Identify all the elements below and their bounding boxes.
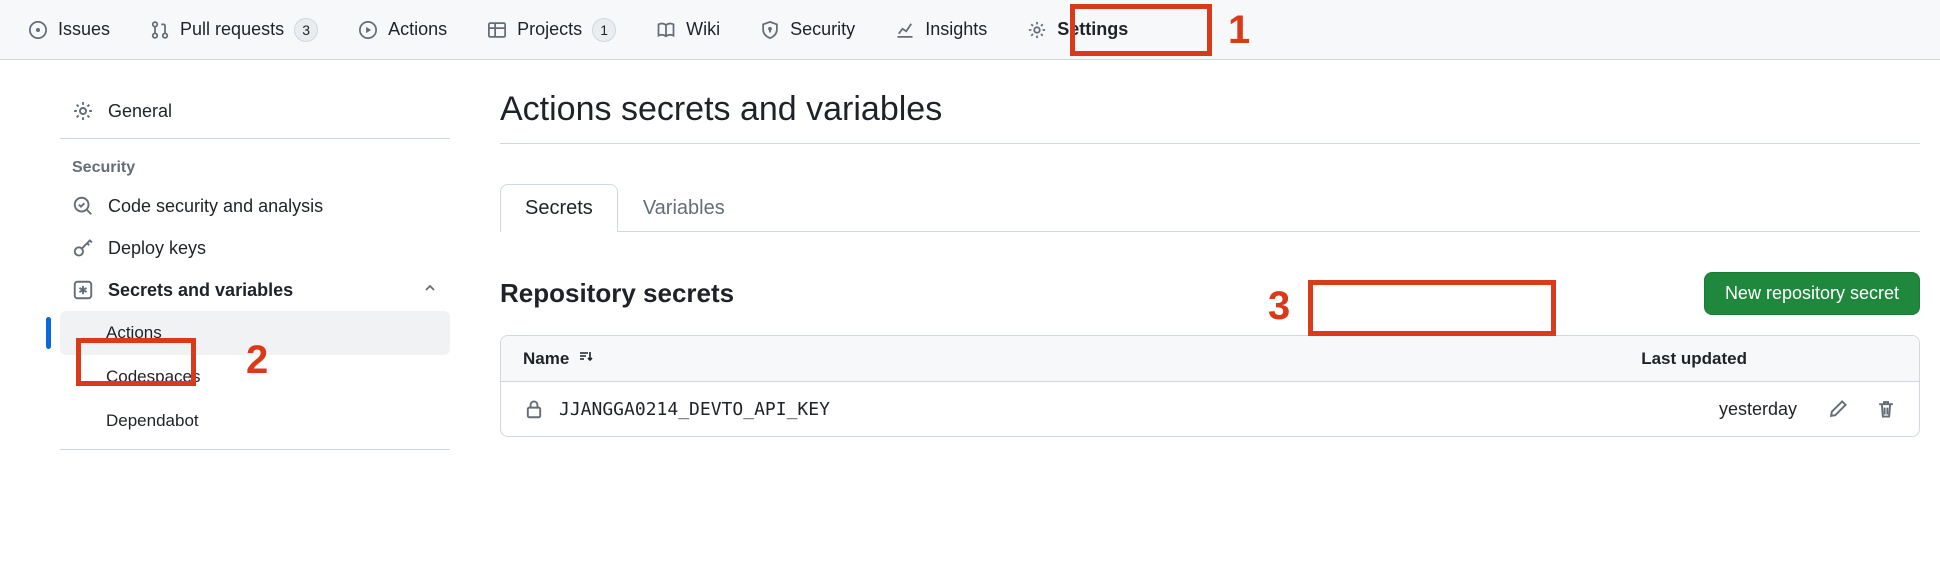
sidebar-item-deploy-keys[interactable]: Deploy keys [60, 227, 450, 269]
table-header: Name Last updated [501, 336, 1919, 382]
tab-label: Security [790, 19, 855, 40]
tab-issues[interactable]: Issues [10, 9, 128, 50]
play-icon [358, 20, 378, 40]
sidebar-item-label: Secrets and variables [108, 280, 293, 301]
sidebar-item-secrets-vars[interactable]: Secrets and variables [60, 269, 450, 311]
tab-settings[interactable]: Settings [1009, 9, 1146, 50]
tab-label: Pull requests [180, 19, 284, 40]
tab-secrets[interactable]: Secrets [500, 184, 618, 232]
button-label: New repository secret [1725, 283, 1899, 303]
sort-icon [577, 348, 593, 369]
shield-icon [760, 20, 780, 40]
tab-pull-requests[interactable]: Pull requests 3 [132, 8, 336, 52]
edit-secret-button[interactable] [1827, 398, 1849, 420]
sidebar-sub-actions[interactable]: Actions [60, 311, 450, 355]
book-icon [656, 20, 676, 40]
main-content: Actions secrets and variables Secrets Va… [470, 90, 1940, 450]
issue-opened-icon [28, 20, 48, 40]
tab-projects[interactable]: Projects 1 [469, 8, 634, 52]
tab-variables[interactable]: Variables [618, 184, 750, 232]
tab-label: Insights [925, 19, 987, 40]
key-asterisk-icon [72, 279, 94, 301]
sidebar-item-label: Deploy keys [108, 238, 206, 259]
tab-label: Actions [388, 19, 447, 40]
column-last-updated[interactable]: Last updated [1641, 349, 1747, 369]
gear-icon [1027, 20, 1047, 40]
delete-secret-button[interactable] [1875, 398, 1897, 420]
table-row: JJANGGA0214_DEVTO_API_KEY yesterday [501, 382, 1919, 436]
secret-updated: yesterday [1719, 399, 1797, 420]
pr-count-badge: 3 [294, 18, 318, 42]
sidebar-heading-security: Security [60, 139, 450, 185]
key-icon [72, 237, 94, 259]
git-pull-request-icon [150, 20, 170, 40]
divider [60, 449, 450, 450]
column-label: Name [523, 349, 569, 369]
sidebar-sub-dependabot[interactable]: Dependabot [60, 399, 450, 443]
section-title: Repository secrets [500, 278, 734, 309]
sidebar-item-label: Code security and analysis [108, 196, 323, 217]
gear-icon [72, 100, 94, 122]
settings-sidebar: General Security Code security and analy… [0, 90, 470, 450]
tab-label: Variables [643, 197, 725, 219]
sidebar-item-code-security[interactable]: Code security and analysis [60, 185, 450, 227]
sidebar-item-label: Codespaces [106, 367, 201, 387]
table-icon [487, 20, 507, 40]
repo-tabs: Issues Pull requests 3 Actions Projects … [0, 0, 1940, 60]
tab-label: Settings [1057, 19, 1128, 40]
tab-security[interactable]: Security [742, 9, 873, 50]
tab-wiki[interactable]: Wiki [638, 9, 738, 50]
page-title: Actions secrets and variables [500, 90, 1920, 144]
sidebar-item-label: Dependabot [106, 411, 199, 431]
sidebar-item-label: Actions [106, 323, 162, 343]
sidebar-item-label: General [108, 101, 172, 122]
sidebar-item-general[interactable]: General [60, 90, 450, 132]
tab-label: Secrets [525, 197, 593, 219]
new-repository-secret-button[interactable]: New repository secret [1704, 272, 1920, 315]
lock-icon [523, 398, 545, 420]
tab-label: Issues [58, 19, 110, 40]
secrets-vars-tabs: Secrets Variables [500, 184, 1920, 232]
chevron-down-icon [422, 280, 438, 301]
secret-name: JJANGGA0214_DEVTO_API_KEY [559, 399, 830, 420]
projects-count-badge: 1 [592, 18, 616, 42]
column-name[interactable]: Name [523, 348, 593, 369]
tab-actions[interactable]: Actions [340, 9, 465, 50]
codescan-icon [72, 195, 94, 217]
tab-label: Wiki [686, 19, 720, 40]
sidebar-sub-codespaces[interactable]: Codespaces [60, 355, 450, 399]
graph-icon [895, 20, 915, 40]
tab-label: Projects [517, 19, 582, 40]
repository-secrets-table: Name Last updated JJANGGA0214_DEVTO_API_… [500, 335, 1920, 437]
tab-insights[interactable]: Insights [877, 9, 1005, 50]
